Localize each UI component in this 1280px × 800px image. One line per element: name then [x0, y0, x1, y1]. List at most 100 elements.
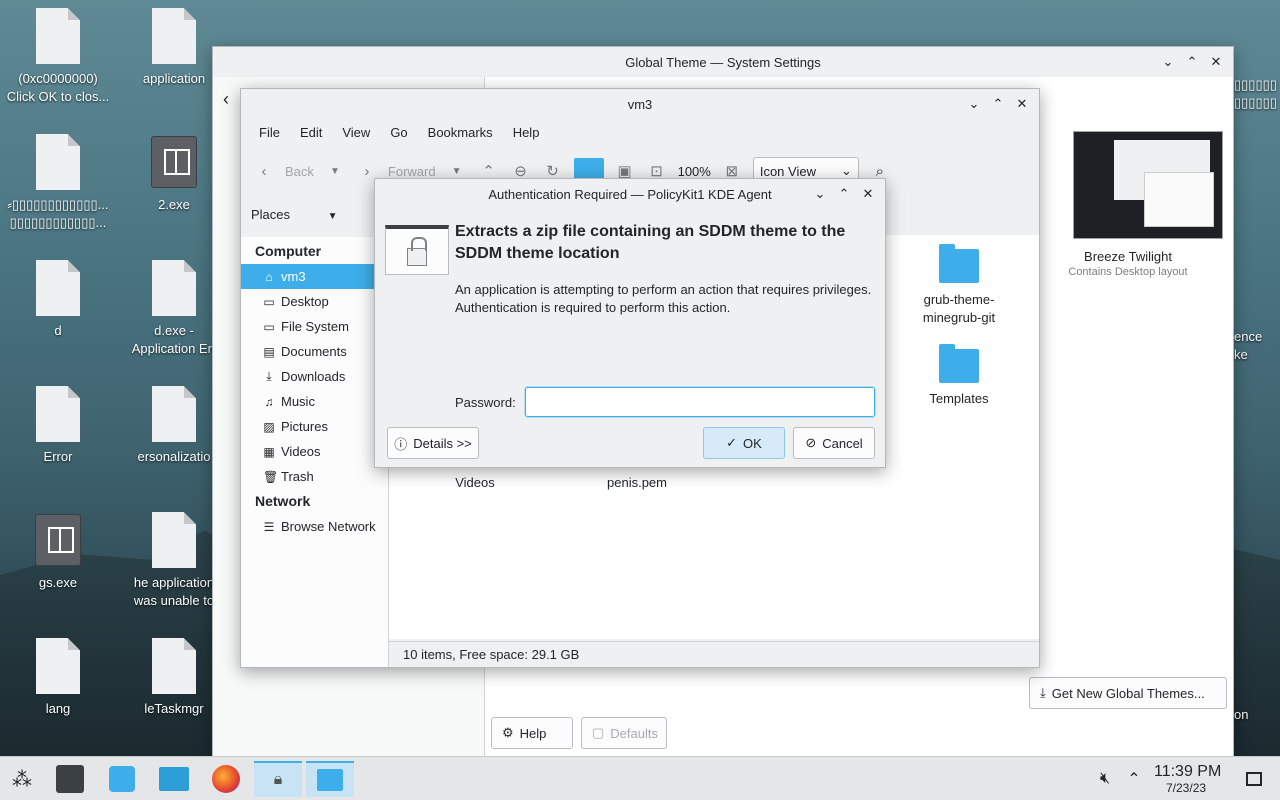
exe-file-icon — [151, 136, 197, 188]
cancel-button[interactable]: ⊘ Cancel — [793, 427, 875, 459]
theme-card-breeze-twilight[interactable]: Breeze Twilight Contains Desktop layout — [1033, 131, 1223, 278]
maximize-icon[interactable]: ⌃ — [989, 95, 1007, 113]
places-item-label: Music — [281, 394, 315, 409]
clock-time[interactable]: 11:39 PM — [1154, 763, 1221, 781]
menu-file[interactable]: File — [249, 125, 290, 140]
password-field[interactable] — [525, 387, 875, 417]
get-new-themes-button[interactable]: ⤓ Get New Global Themes... — [1029, 677, 1227, 709]
dolphin-titlebar[interactable]: vm3 ⌄ ⌃ ✕ — [241, 89, 1039, 119]
places-item-label: Downloads — [281, 369, 346, 384]
back-button[interactable]: Back — [285, 164, 314, 179]
places-item-browse-network[interactable]: ☰ Browse Network — [241, 514, 388, 539]
system-settings-task-icon[interactable] — [48, 761, 92, 797]
get-new-themes-label: Get New Global Themes... — [1051, 685, 1205, 701]
menu-go[interactable]: Go — [380, 125, 417, 140]
help-button[interactable]: ⚙ Help — [491, 717, 573, 749]
app-launcher-icon[interactable]: ⁂ — [0, 761, 44, 797]
auth-heading: Extracts a zip file containing an SDDM t… — [455, 223, 846, 262]
chevron-up-icon[interactable]: ⌃ — [1120, 761, 1148, 797]
document-icon — [152, 260, 196, 316]
places-item-music[interactable]: ♫ Music — [241, 389, 388, 414]
menu-edit[interactable]: Edit — [290, 125, 332, 140]
zoom-level: 100% — [677, 163, 711, 179]
desktop-icon[interactable]: gs.exe — [0, 512, 116, 592]
desktop-icon-label: lang — [45, 701, 71, 716]
places-item-label: Browse Network — [281, 519, 376, 534]
file-name[interactable]: penis.pem — [587, 475, 687, 490]
downloads-icon: ⤓ — [266, 369, 272, 383]
document-icon — [36, 638, 80, 694]
back-arrow-icon[interactable]: ‹ — [223, 89, 229, 110]
back-dropdown-icon[interactable]: ▼ — [324, 160, 346, 182]
authentication-dialog: Authentication Required — PolicyKit1 KDE… — [374, 178, 886, 468]
maximize-icon[interactable]: ⌃ — [1183, 53, 1201, 71]
cancel-icon: ⊘ — [805, 435, 817, 450]
places-item-trash[interactable]: 🗑︎ Trash — [241, 464, 388, 489]
section-computer: Computer — [255, 243, 322, 259]
details-button[interactable]: ⓘ Details >> — [387, 427, 479, 459]
places-dropdown-icon[interactable]: ▼ — [328, 211, 338, 222]
auth-dialog-task-icon[interactable]: 🔒︎ — [254, 761, 302, 797]
document-icon — [152, 512, 196, 568]
desktop-edge-label-1[interactable]: ▯▯▯▯▯▯ ▯▯▯▯▯▯ — [1234, 76, 1277, 112]
forward-button[interactable]: Forward — [388, 164, 436, 179]
maximize-icon[interactable]: ⌃ — [835, 185, 853, 203]
file-name: Templates — [929, 391, 989, 406]
ok-button[interactable]: ✓ OK — [703, 427, 785, 459]
drive-icon: ▭ — [263, 319, 275, 334]
places-item-vm3[interactable]: ⌂ vm3 — [241, 264, 388, 289]
places-item-label: Desktop — [281, 294, 329, 309]
desktop-icon[interactable]: lang — [0, 638, 116, 718]
desktop-edge-label-3[interactable]: on — [1234, 706, 1248, 724]
folder-icon — [939, 344, 979, 383]
defaults-label: Defaults — [610, 725, 658, 741]
file-name[interactable]: Videos — [425, 475, 525, 490]
desktop-icon-label: gs.exe — [38, 575, 78, 590]
dolphin-title: vm3 — [627, 96, 653, 112]
places-item-pictures[interactable]: ▨ Pictures — [241, 414, 388, 439]
minimize-icon[interactable]: ⌄ — [965, 95, 983, 113]
discover-task-icon[interactable] — [100, 761, 144, 797]
folder-icon — [939, 244, 979, 283]
minimize-icon[interactable]: ⌄ — [1159, 53, 1177, 71]
theme-thumbnail — [1073, 131, 1223, 239]
places-item-documents[interactable]: ▤ Documents — [241, 339, 388, 364]
dolphin-task-icon[interactable] — [306, 761, 354, 797]
desktop-icon[interactable]: d — [0, 260, 116, 340]
desktop-icon[interactable]: ⸗▯▯▯▯▯▯▯▯▯▯▯▯... ▯▯▯▯▯▯▯▯▯▯▯▯... — [0, 134, 116, 232]
defaults-button[interactable]: ▢ Defaults — [581, 717, 667, 749]
places-item-file-system[interactable]: ▭ File System — [241, 314, 388, 339]
desktop-icon[interactable]: (0xc0000000) Click OK to clos... — [0, 8, 116, 106]
places-item-label: File System — [281, 319, 349, 334]
desktop-icon[interactable]: Error — [0, 386, 116, 466]
firefox-task-icon[interactable] — [204, 761, 248, 797]
desktop-icon-label: d — [54, 323, 62, 338]
close-icon[interactable]: ✕ — [1013, 95, 1031, 113]
menu-view[interactable]: View — [332, 125, 380, 140]
places-header: Places ▼ — [251, 207, 338, 222]
help-label: Help — [519, 725, 547, 741]
status-bar: 10 items, Free space: 29.1 GB — [389, 641, 1039, 667]
file-item[interactable]: grub-theme- minegrub-git — [909, 244, 1009, 327]
desktop-edge-label-2[interactable]: ence ke — [1234, 328, 1262, 364]
auth-titlebar[interactable]: Authentication Required — PolicyKit1 KDE… — [375, 179, 885, 209]
ok-label: OK — [743, 435, 762, 451]
settings-titlebar[interactable]: Global Theme — System Settings ⌄ ⌃ ✕ — [213, 47, 1233, 77]
file-manager-task-icon[interactable] — [152, 761, 196, 797]
places-item-label: Pictures — [281, 419, 328, 434]
clock-date[interactable]: 7/23/23 — [1166, 781, 1206, 795]
places-item-downloads[interactable]: ⤓ Downloads — [241, 364, 388, 389]
menu-bookmarks[interactable]: Bookmarks — [418, 125, 503, 140]
back-icon[interactable]: ‹ — [253, 160, 275, 182]
volume-muted-icon[interactable]: 🔇︎ — [1090, 761, 1120, 797]
close-icon[interactable]: ✕ — [1207, 53, 1225, 71]
close-icon[interactable]: ✕ — [859, 185, 877, 203]
menu-help[interactable]: Help — [503, 125, 550, 140]
minimize-icon[interactable]: ⌄ — [811, 185, 829, 203]
file-item[interactable]: Templates — [909, 344, 1009, 406]
desktop-icon-label: Error — [43, 449, 73, 464]
places-item-desktop[interactable]: ▭ Desktop — [241, 289, 388, 314]
show-desktop-icon[interactable] — [1238, 761, 1270, 797]
places-item-videos[interactable]: ▦ Videos — [241, 439, 388, 464]
info-icon: ⓘ — [394, 436, 408, 452]
